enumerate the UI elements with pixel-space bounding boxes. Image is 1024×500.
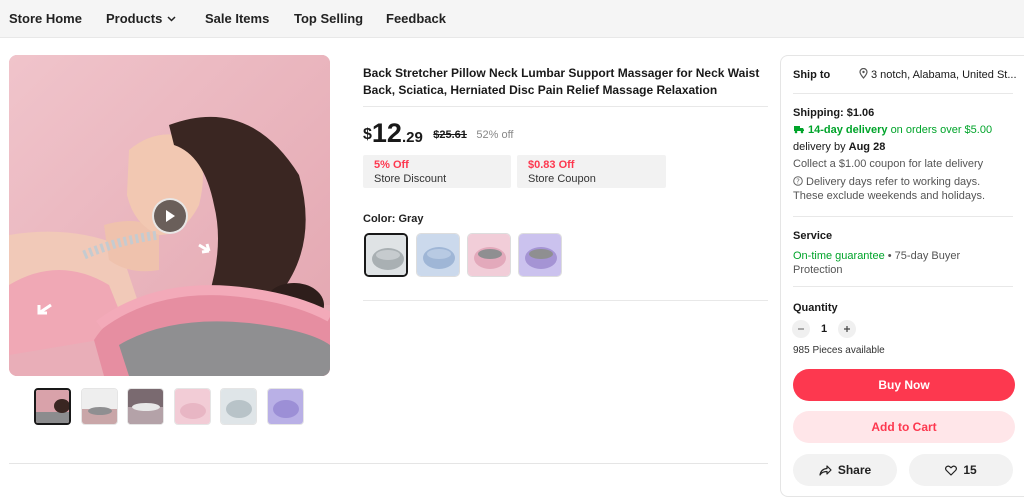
swatch-image [417,234,459,276]
coupon-amount: 5% Off [374,159,409,171]
original-price: $25.61 [433,129,467,141]
service-label: Service [793,230,833,242]
delivery-note-text: Delivery days refer to working days. [806,176,981,188]
service-buyer-protection: • 75-day Buyer [884,250,961,262]
quantity-value[interactable]: 1 [821,323,827,335]
nav-products-label: Products [106,11,163,26]
coupon-label: Store Coupon [528,173,596,185]
quantity-decrease-button[interactable] [792,320,810,338]
store-nav-bar: Store Home Products Sale Items Top Selli… [0,0,1024,38]
swatch-image [366,235,406,275]
panel-divider [793,216,1013,217]
fast-delivery-condition: on orders over $5.00 [890,124,993,136]
nav-products[interactable]: Products [106,11,176,26]
coupon-label: Store Discount [374,173,447,185]
play-icon [166,210,175,222]
store-coupon[interactable]: $0.83 Off Store Coupon [517,155,666,188]
fast-delivery-label: 14-day delivery [808,124,888,136]
panel-divider [793,286,1013,287]
thumbnail-5[interactable] [220,388,257,425]
wishlist-count: 15 [963,463,977,477]
swatch-image [519,234,561,276]
thumbnail-image [128,389,163,424]
thumbnail-image [268,389,303,424]
thumbnail-1[interactable] [34,388,71,425]
play-video-button[interactable] [152,198,188,234]
thumbnail-3[interactable] [127,388,164,425]
minus-icon [798,328,804,330]
pieces-available: 985 Pieces available [793,345,885,356]
buy-now-button[interactable]: Buy Now [793,369,1015,401]
service-line1: On-time guarantee • 75-day Buyer [793,250,960,262]
price-integer: 12 [371,118,402,148]
color-label: Color: Gray [363,213,424,225]
coupon-amount: $0.83 Off [528,159,575,171]
delivery-by-prefix: delivery by [793,141,849,153]
panel-divider [793,93,1013,94]
fast-delivery-line: 14-day delivery on orders over $5.00 [793,124,992,136]
color-divider [363,300,768,301]
delivery-by-date: Aug 28 [848,141,886,153]
discount-percent: 52% off [476,129,514,141]
nav-feedback[interactable]: Feedback [386,11,446,26]
truck-icon [794,126,804,134]
ship-to-address: 3 notch, Alabama, United St... [871,69,1017,81]
ship-to-selector[interactable]: 3 notch, Alabama, United St... [859,67,1017,81]
service-line2: Protection [793,264,843,276]
thumbnail-4[interactable] [174,388,211,425]
thumbnail-6[interactable] [267,388,304,425]
delivery-note-line2: These exclude weekends and holidays. [793,190,986,202]
color-swatch-purple[interactable] [518,233,562,277]
nav-sale-items[interactable]: Sale Items [205,11,269,26]
heart-icon [945,465,958,476]
nav-top-selling[interactable]: Top Selling [294,11,363,26]
quantity-increase-button[interactable] [838,320,856,338]
product-title: Back Stretcher Pillow Neck Lumbar Suppor… [363,66,760,97]
thumbnail-image [221,389,256,424]
delivery-note-line1: ? Delivery days refer to working days. [793,176,980,188]
thumbnail-image [82,389,117,424]
ship-to-label: Ship to [793,69,831,81]
title-divider [363,106,768,107]
question-circle-icon: ? [793,176,803,186]
plus-icon [844,326,850,332]
svg-text:?: ? [796,178,800,186]
color-swatch-blue[interactable] [416,233,460,277]
color-swatch-gray[interactable] [364,233,408,277]
purchase-panel: Ship to 3 notch, Alabama, United St... S… [780,55,1024,497]
swatch-image [468,234,510,276]
section-divider [9,463,768,464]
share-button[interactable]: Share [793,454,897,486]
quantity-label: Quantity [793,302,838,314]
store-discount-coupon[interactable]: 5% Off Store Discount [363,155,511,188]
price-currency: $ [363,126,372,143]
share-icon [819,464,832,476]
location-pin-icon [859,67,868,79]
thumbnail-image [36,390,69,423]
main-product-image[interactable] [9,55,330,376]
wishlist-button[interactable]: 15 [909,454,1013,486]
nav-store-home[interactable]: Store Home [9,11,82,26]
delivery-by-line: delivery by Aug 28 [793,141,885,153]
color-swatch-pink[interactable] [467,233,511,277]
thumbnail-2[interactable] [81,388,118,425]
late-delivery-coupon: Collect a $1.00 coupon for late delivery [793,158,984,170]
on-time-guarantee-link[interactable]: On-time guarantee [793,250,885,262]
chevron-down-icon [167,16,176,22]
thumbnail-image [175,389,210,424]
price-block: $12.29 $25.61 52% off [363,118,513,149]
price-decimal: .29 [401,129,423,146]
add-to-cart-button[interactable]: Add to Cart [793,411,1015,443]
share-label: Share [837,463,872,477]
shipping-cost: Shipping: $1.06 [793,107,875,119]
